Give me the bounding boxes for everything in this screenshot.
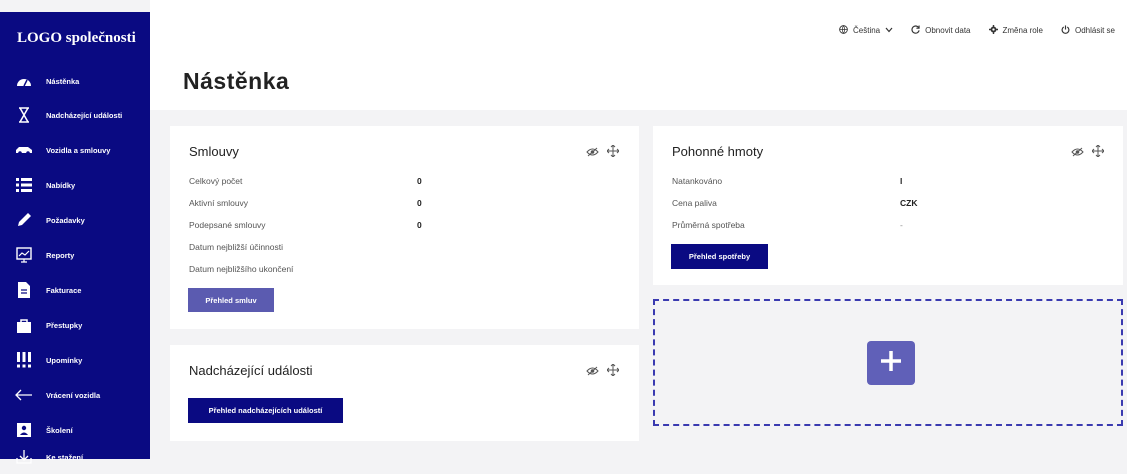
sidebar-item-upcoming-events[interactable]: Nadcházející události	[0, 98, 150, 132]
return-arrow-icon	[15, 386, 33, 404]
row-value: CZK	[900, 198, 918, 208]
sidebar-item-reminders[interactable]: Upomínky	[0, 343, 150, 377]
pencil-icon	[15, 211, 33, 229]
download-icon	[15, 448, 33, 466]
row-value: 0	[417, 176, 422, 186]
invoice-icon	[15, 281, 33, 299]
add-widget-button[interactable]	[867, 341, 915, 385]
bag-icon	[15, 316, 33, 334]
refresh-button[interactable]: Obnovit data	[911, 25, 971, 36]
add-widget-zone[interactable]	[653, 299, 1123, 426]
sidebar-item-label: Ke stažení	[46, 452, 84, 462]
refresh-icon	[911, 25, 920, 36]
move-icon[interactable]	[606, 363, 620, 381]
hourglass-icon	[15, 106, 33, 124]
sidebar-item-label: Fakturace	[46, 285, 82, 295]
company-logo: LOGO společnosti	[17, 30, 136, 46]
sidebar-item-label: Požadavky	[46, 215, 85, 225]
change-role-button[interactable]: Změna role	[988, 25, 1043, 36]
sidebar-item-label: Nabídky	[46, 180, 76, 190]
row-value: l	[900, 176, 903, 186]
card-title: Pohonné hmoty	[672, 144, 764, 159]
change-role-label: Změna role	[1002, 26, 1043, 35]
row-label: Datum nejbližšího ukončení	[189, 264, 294, 274]
training-icon	[15, 421, 33, 439]
sidebar-item-violations[interactable]: Přestupky	[0, 308, 150, 342]
row-label: Celkový počet	[189, 176, 243, 186]
fuel-overview-button[interactable]: Přehled spotřeby	[671, 244, 768, 269]
card-tools	[1071, 144, 1105, 162]
events-card: Nadcházející události Přehled nadcházejí…	[170, 345, 639, 441]
sidebar-item-label: Nadcházející události	[46, 110, 123, 120]
globe-icon	[839, 25, 848, 36]
sidebar-item-requests[interactable]: Požadavky	[0, 203, 150, 237]
logout-label: Odhlásit se	[1074, 26, 1115, 35]
row-value: 0	[417, 198, 422, 208]
header: Čeština Obnovit data Změna role Odhlásit…	[150, 0, 1127, 110]
eye-off-icon[interactable]	[586, 144, 599, 162]
language-selector[interactable]: Čeština	[839, 25, 893, 36]
chevron-down-icon	[885, 26, 893, 35]
logout-button[interactable]: Odhlásit se	[1061, 25, 1115, 36]
gear-icon	[988, 25, 998, 36]
card-title: Nadcházející události	[189, 363, 313, 378]
list-icon	[15, 176, 33, 194]
sidebar-item-vehicles[interactable]: Vozidla a smlouvy	[0, 133, 150, 167]
sidebar-item-label: Reporty	[46, 250, 75, 260]
language-label: Čeština	[853, 26, 881, 35]
contracts-card: Smlouvy Celkový počet 0 Aktivní smlouvy …	[170, 126, 639, 329]
fuel-card: Pohonné hmoty Natankováno l Cena paliva …	[653, 126, 1123, 285]
card-tools	[586, 363, 620, 381]
eye-off-icon[interactable]	[1071, 144, 1084, 162]
row-value: 0	[417, 220, 422, 230]
contracts-overview-button[interactable]: Přehled smluv	[188, 288, 274, 312]
sidebar-item-reports[interactable]: Reporty	[0, 238, 150, 272]
row-label: Cena paliva	[672, 198, 717, 208]
sidebar-item-label: Přestupky	[46, 320, 83, 330]
eye-off-icon[interactable]	[586, 363, 599, 381]
row-label: Aktivní smlouvy	[189, 198, 249, 208]
refresh-label: Obnovit data	[925, 26, 971, 35]
move-icon[interactable]	[606, 144, 620, 162]
sidebar-item-label: Nástěnka	[46, 76, 80, 86]
sidebar: LOGO společnosti Nástěnka Nadcházející u…	[0, 12, 150, 464]
events-overview-button[interactable]: Přehled nadcházejících událostí	[188, 398, 343, 423]
dashboard-icon	[15, 72, 33, 90]
sidebar-item-label: Školení	[46, 425, 73, 435]
sidebar-item-label: Vozidla a smlouvy	[46, 145, 111, 155]
row-label: Datum nejbližší účinnosti	[189, 242, 284, 252]
sidebar-item-dashboard[interactable]: Nástěnka	[0, 64, 150, 98]
row-value: -	[900, 220, 903, 230]
car-icon	[15, 141, 33, 159]
plus-icon	[879, 349, 903, 378]
sidebar-item-invoicing[interactable]: Fakturace	[0, 273, 150, 307]
power-icon	[1061, 25, 1070, 36]
row-label: Průměrná spotřeba	[672, 220, 745, 230]
move-icon[interactable]	[1091, 144, 1105, 162]
sidebar-item-offers[interactable]: Nabídky	[0, 168, 150, 202]
card-tools	[586, 144, 620, 162]
header-actions: Čeština Obnovit data Změna role Odhlásit…	[839, 25, 1115, 36]
sidebar-item-label: Upomínky	[46, 355, 83, 365]
sidebar-item-downloads[interactable]: Ke stažení	[0, 440, 150, 474]
sidebar-item-label: Vrácení vozidla	[46, 390, 101, 400]
chart-icon	[15, 246, 33, 264]
row-label: Podepsané smlouvy	[189, 220, 266, 230]
card-title: Smlouvy	[189, 144, 239, 159]
sidebar-item-vehicle-return[interactable]: Vrácení vozidla	[0, 378, 150, 412]
page-title: Nástěnka	[183, 68, 290, 94]
row-label: Natankováno	[672, 176, 723, 186]
exclamation-icon	[15, 351, 33, 369]
